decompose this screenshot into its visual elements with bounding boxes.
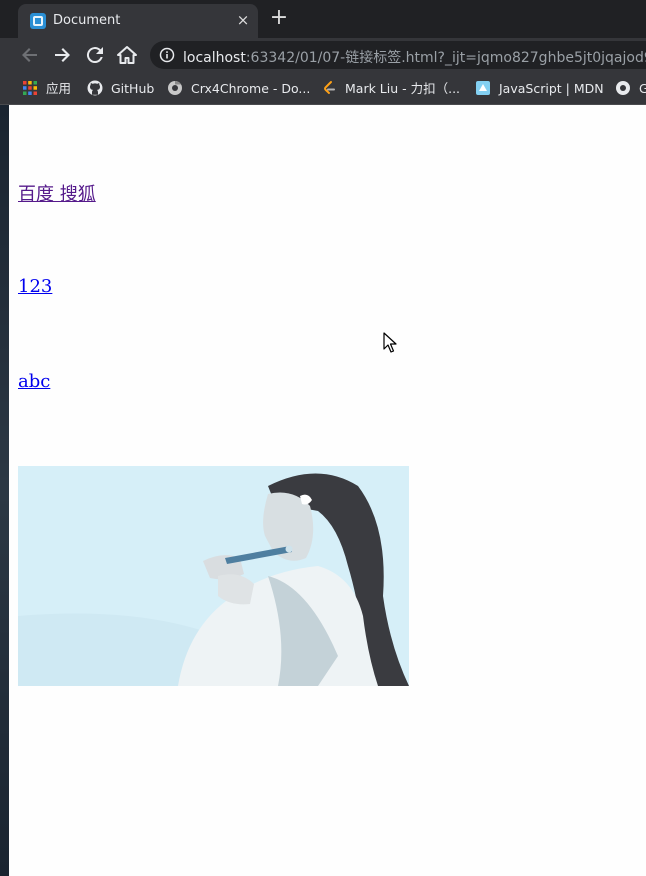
- flute-player-image: [18, 466, 409, 686]
- bookmark-leetcode[interactable]: Mark Liu - 力扣（...: [345, 80, 460, 98]
- link-baidu-sohu[interactable]: 百度 搜狐: [18, 180, 96, 206]
- url-path: :63342/01/07-链接标签.html?_ijt=jqmo827ghbe5…: [245, 50, 646, 66]
- bookmark-crx4chrome[interactable]: Crx4Chrome - Do...: [191, 80, 310, 98]
- back-button[interactable]: [18, 43, 42, 67]
- page-content: 百度 搜狐 123 abc: [9, 105, 646, 876]
- bookmark-apps[interactable]: 应用: [46, 80, 71, 98]
- leetcode-icon: [324, 81, 335, 94]
- browser-toolbar: localhost:63342/01/07-链接标签.html?_ijt=jqm…: [0, 38, 646, 72]
- reload-button[interactable]: [83, 43, 107, 67]
- photo-figure: [18, 466, 409, 686]
- bookmark-g[interactable]: G: [639, 80, 646, 98]
- close-tab-icon[interactable]: ×: [234, 11, 252, 29]
- url-text[interactable]: localhost:63342/01/07-链接标签.html?_ijt=jqm…: [183, 47, 646, 67]
- bookmark-icon: [616, 81, 630, 95]
- link-abc[interactable]: abc: [18, 371, 50, 392]
- browser-window: Document × + localhost:63342/01/07-链接标签.…: [0, 0, 646, 876]
- bookmark-github[interactable]: GitHub: [111, 80, 154, 98]
- home-button[interactable]: [115, 43, 139, 67]
- tab-title: Document: [53, 13, 121, 28]
- url-host: localhost: [183, 50, 246, 66]
- apps-grid-icon: [23, 81, 37, 95]
- info-icon[interactable]: [159, 47, 175, 63]
- tab-strip: Document × +: [0, 0, 646, 38]
- bookmarks-bar: 应用 GitHub Crx4Chrome - Do... Mark Liu - …: [0, 72, 646, 105]
- mouse-cursor-icon: [383, 332, 397, 353]
- back-arrow-icon: [22, 48, 37, 62]
- mdn-icon: [476, 81, 490, 95]
- reload-icon: [86, 47, 103, 64]
- crx4chrome-icon: [168, 81, 182, 95]
- address-bar[interactable]: localhost:63342/01/07-链接标签.html?_ijt=jqm…: [150, 41, 646, 69]
- tab-document[interactable]: Document ×: [18, 4, 258, 38]
- bookmark-mdn[interactable]: JavaScript | MDN: [499, 80, 604, 98]
- forward-arrow-icon: [55, 48, 70, 62]
- desktop-background: [0, 105, 9, 876]
- home-icon: [117, 46, 137, 64]
- webstorm-favicon-icon: [30, 13, 46, 29]
- new-tab-button[interactable]: +: [268, 7, 290, 30]
- github-icon: [87, 80, 103, 96]
- forward-button[interactable]: [50, 43, 74, 67]
- link-123[interactable]: 123: [18, 276, 52, 297]
